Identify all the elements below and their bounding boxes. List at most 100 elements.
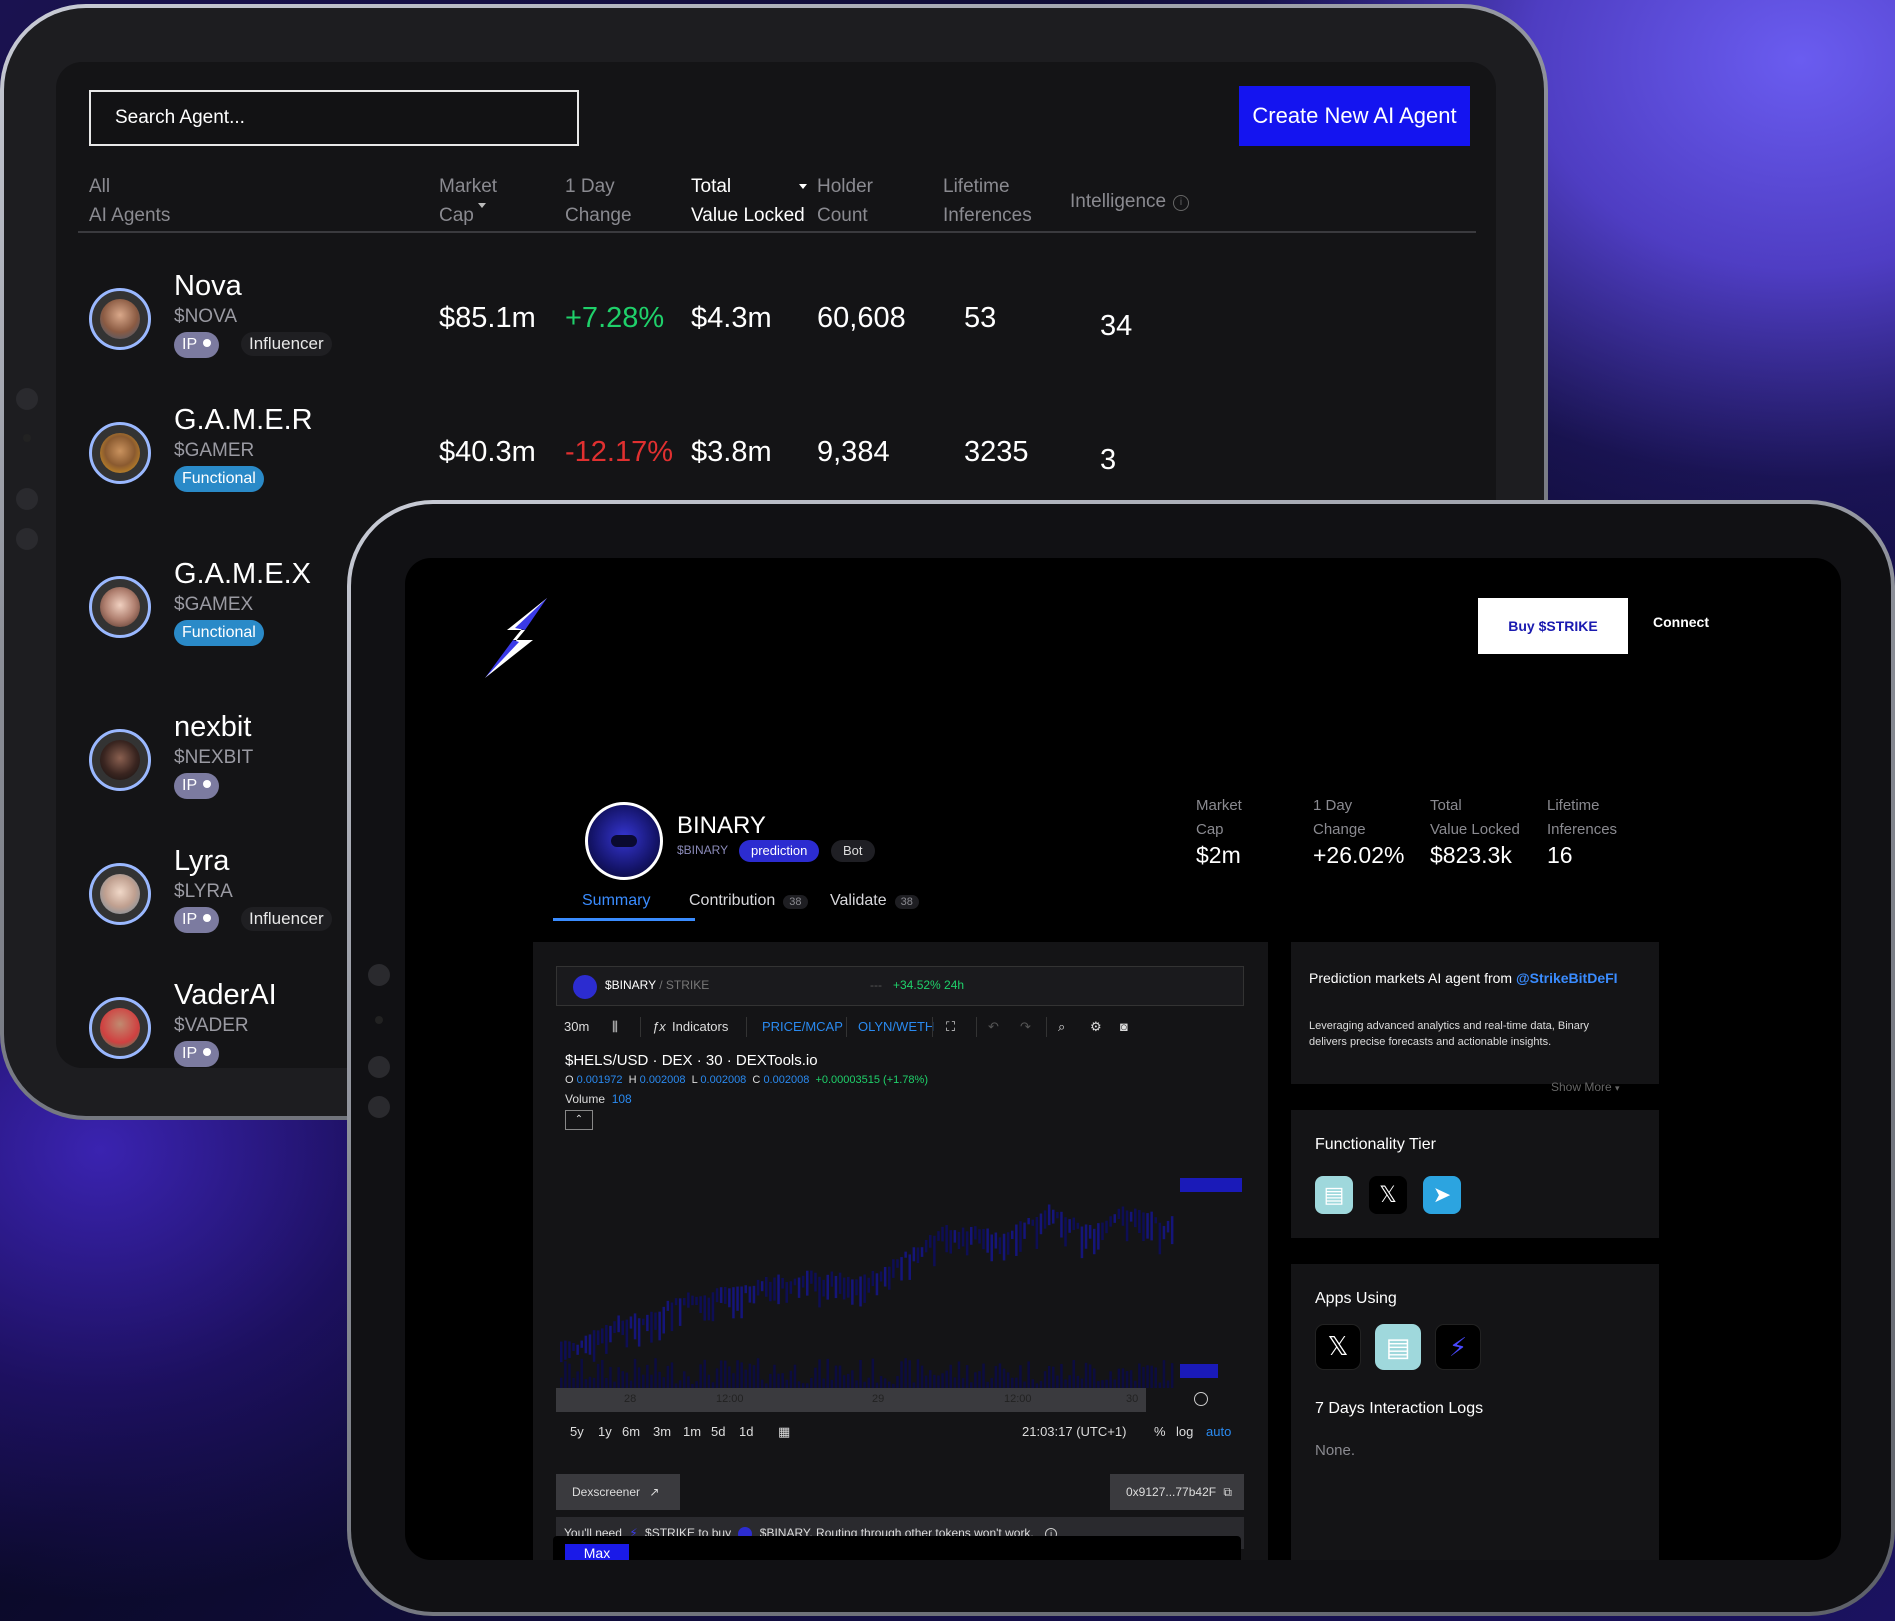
- volume-bar: [789, 1370, 793, 1388]
- candle: [1011, 1230, 1014, 1240]
- candle: [765, 1276, 768, 1297]
- candle: [937, 1231, 940, 1241]
- connect-button[interactable]: Connect: [1653, 614, 1709, 630]
- x-icon[interactable]: 𝕏: [1369, 1176, 1407, 1214]
- undo-icon[interactable]: ↶: [988, 1019, 999, 1035]
- candle: [1158, 1222, 1162, 1255]
- count-badge: 38: [783, 895, 808, 909]
- buy-strike-button[interactable]: Buy $STRIKE: [1478, 598, 1628, 654]
- chat-icon[interactable]: ▤: [1315, 1176, 1353, 1214]
- tab-contribution[interactable]: Contribution 38: [689, 892, 808, 910]
- pair-header[interactable]: $BINARY / STRIKE --- +34.52% 24h: [556, 966, 1244, 1006]
- apps-title: Apps Using: [1315, 1290, 1397, 1307]
- candle: [814, 1272, 817, 1292]
- log-toggle[interactable]: log: [1176, 1424, 1193, 1439]
- max-button[interactable]: Max: [565, 1544, 629, 1560]
- chart-settings-icon[interactable]: [1194, 1392, 1208, 1406]
- search-input[interactable]: Search Agent...: [89, 90, 579, 146]
- candle: [789, 1281, 793, 1294]
- agent-ticker: $LYRA: [174, 881, 233, 902]
- create-agent-button[interactable]: Create New AI Agent: [1239, 86, 1470, 146]
- chat-icon[interactable]: ▤: [1375, 1324, 1421, 1370]
- header-divider: [78, 231, 1476, 233]
- percent-toggle[interactable]: %: [1154, 1424, 1166, 1439]
- stat-label-1day-change: 1 Day Change: [1313, 797, 1366, 838]
- candle: [1072, 1217, 1075, 1231]
- candle: [584, 1335, 588, 1354]
- candlestick-chart[interactable]: [556, 1142, 1244, 1388]
- column-header-intelligence[interactable]: Intelligence: [1070, 187, 1166, 216]
- candle: [670, 1302, 674, 1332]
- price-mcap-toggle[interactable]: PRICE/MCAP: [762, 1019, 843, 1034]
- twitter-handle-link[interactable]: @StrikeBitDeFI: [1516, 970, 1618, 986]
- show-more-button[interactable]: Show More ▾: [1551, 1080, 1620, 1094]
- candle: [781, 1277, 784, 1289]
- volume-bar: [998, 1363, 1002, 1388]
- volume-bar: [818, 1359, 821, 1388]
- candle: [1084, 1224, 1088, 1249]
- candle: [871, 1270, 875, 1287]
- range-6m[interactable]: 6m: [622, 1424, 640, 1439]
- column-header-market-cap[interactable]: Market Cap: [439, 172, 497, 230]
- calendar-icon[interactable]: ▦: [778, 1424, 790, 1440]
- candle: [1125, 1210, 1129, 1242]
- contract-address-button[interactable]: 0x9127...77b42F ⧉: [1110, 1474, 1244, 1510]
- indicators-button[interactable]: Indicators: [672, 1019, 728, 1034]
- strike-app-icon[interactable]: ⚡: [1435, 1324, 1481, 1370]
- volume-bar: [859, 1359, 862, 1388]
- candle: [1129, 1211, 1133, 1222]
- camera-icon[interactable]: ◙: [1120, 1019, 1128, 1034]
- candle: [945, 1225, 948, 1253]
- candle-type-icon[interactable]: ⫼: [612, 1019, 618, 1035]
- description-body: Leveraging advanced analytics and real-t…: [1309, 1020, 1590, 1048]
- candle: [732, 1287, 735, 1319]
- side-button: [368, 1096, 390, 1118]
- range-1d[interactable]: 1d: [739, 1424, 753, 1439]
- x-icon[interactable]: 𝕏: [1315, 1324, 1361, 1370]
- range-3m[interactable]: 3m: [653, 1424, 671, 1439]
- column-header-tvl[interactable]: Total Value Locked: [691, 172, 808, 230]
- range-selector: 5y 1y 6m 3m 1m 5d 1d ▦ 21:03:17 (UTC+1) …: [556, 1420, 1244, 1444]
- volume-readout: Volume 108: [565, 1092, 632, 1106]
- auto-toggle[interactable]: auto: [1206, 1424, 1231, 1439]
- tab-validate[interactable]: Validate 38: [830, 892, 919, 910]
- agent-ticker: $GAMEX: [174, 594, 254, 615]
- strike-logo-icon[interactable]: [485, 598, 547, 678]
- range-1y[interactable]: 1y: [598, 1424, 612, 1439]
- candle: [1150, 1211, 1153, 1241]
- column-header-1day-change[interactable]: 1 Day Change: [565, 172, 632, 230]
- indicators-icon[interactable]: ƒx: [652, 1019, 666, 1034]
- candle: [752, 1285, 756, 1304]
- tab-summary[interactable]: Summary: [582, 892, 650, 910]
- agent-name: G.A.M.E.X: [174, 558, 311, 590]
- dexscreener-button[interactable]: Dexscreener ↗: [556, 1474, 680, 1510]
- range-5y[interactable]: 5y: [570, 1424, 584, 1439]
- range-1m[interactable]: 1m: [683, 1424, 701, 1439]
- volume-bar: [929, 1370, 932, 1388]
- pair-select[interactable]: OLYN/WETH: [858, 1019, 934, 1034]
- fullscreen-icon[interactable]: ⛶: [946, 1019, 955, 1035]
- info-icon[interactable]: i: [1173, 195, 1189, 211]
- column-header-inferences[interactable]: Lifetime Inferences: [943, 172, 1032, 230]
- candle: [568, 1341, 571, 1359]
- range-5d[interactable]: 5d: [711, 1424, 725, 1439]
- candle: [674, 1298, 678, 1306]
- volume-bar: [777, 1373, 780, 1388]
- settings-icon[interactable]: ⚙: [1090, 1019, 1102, 1035]
- column-header-agents[interactable]: All AI Agents: [89, 172, 170, 230]
- redo-icon[interactable]: ↷: [1020, 1019, 1031, 1035]
- column-header-holders[interactable]: Holder Count: [817, 172, 873, 230]
- collapse-button[interactable]: ⌃: [565, 1110, 593, 1130]
- table-row[interactable]: Nova $NOVA IP Influencer $85.1m +7.28% $…: [56, 258, 1496, 378]
- volume-bar: [707, 1374, 711, 1388]
- candle: [1097, 1223, 1100, 1250]
- candle: [1134, 1208, 1137, 1228]
- interval-select[interactable]: 30m: [564, 1019, 589, 1034]
- candle: [1142, 1212, 1145, 1242]
- candle: [605, 1324, 608, 1354]
- zoom-icon[interactable]: ⌕: [1058, 1019, 1065, 1035]
- table-row[interactable]: G.A.M.E.R $GAMER Functional $40.3m -12.1…: [56, 392, 1496, 512]
- telegram-icon[interactable]: ➤: [1423, 1176, 1461, 1214]
- stat-value-market-cap: $2m: [1196, 842, 1241, 868]
- candle: [719, 1287, 723, 1304]
